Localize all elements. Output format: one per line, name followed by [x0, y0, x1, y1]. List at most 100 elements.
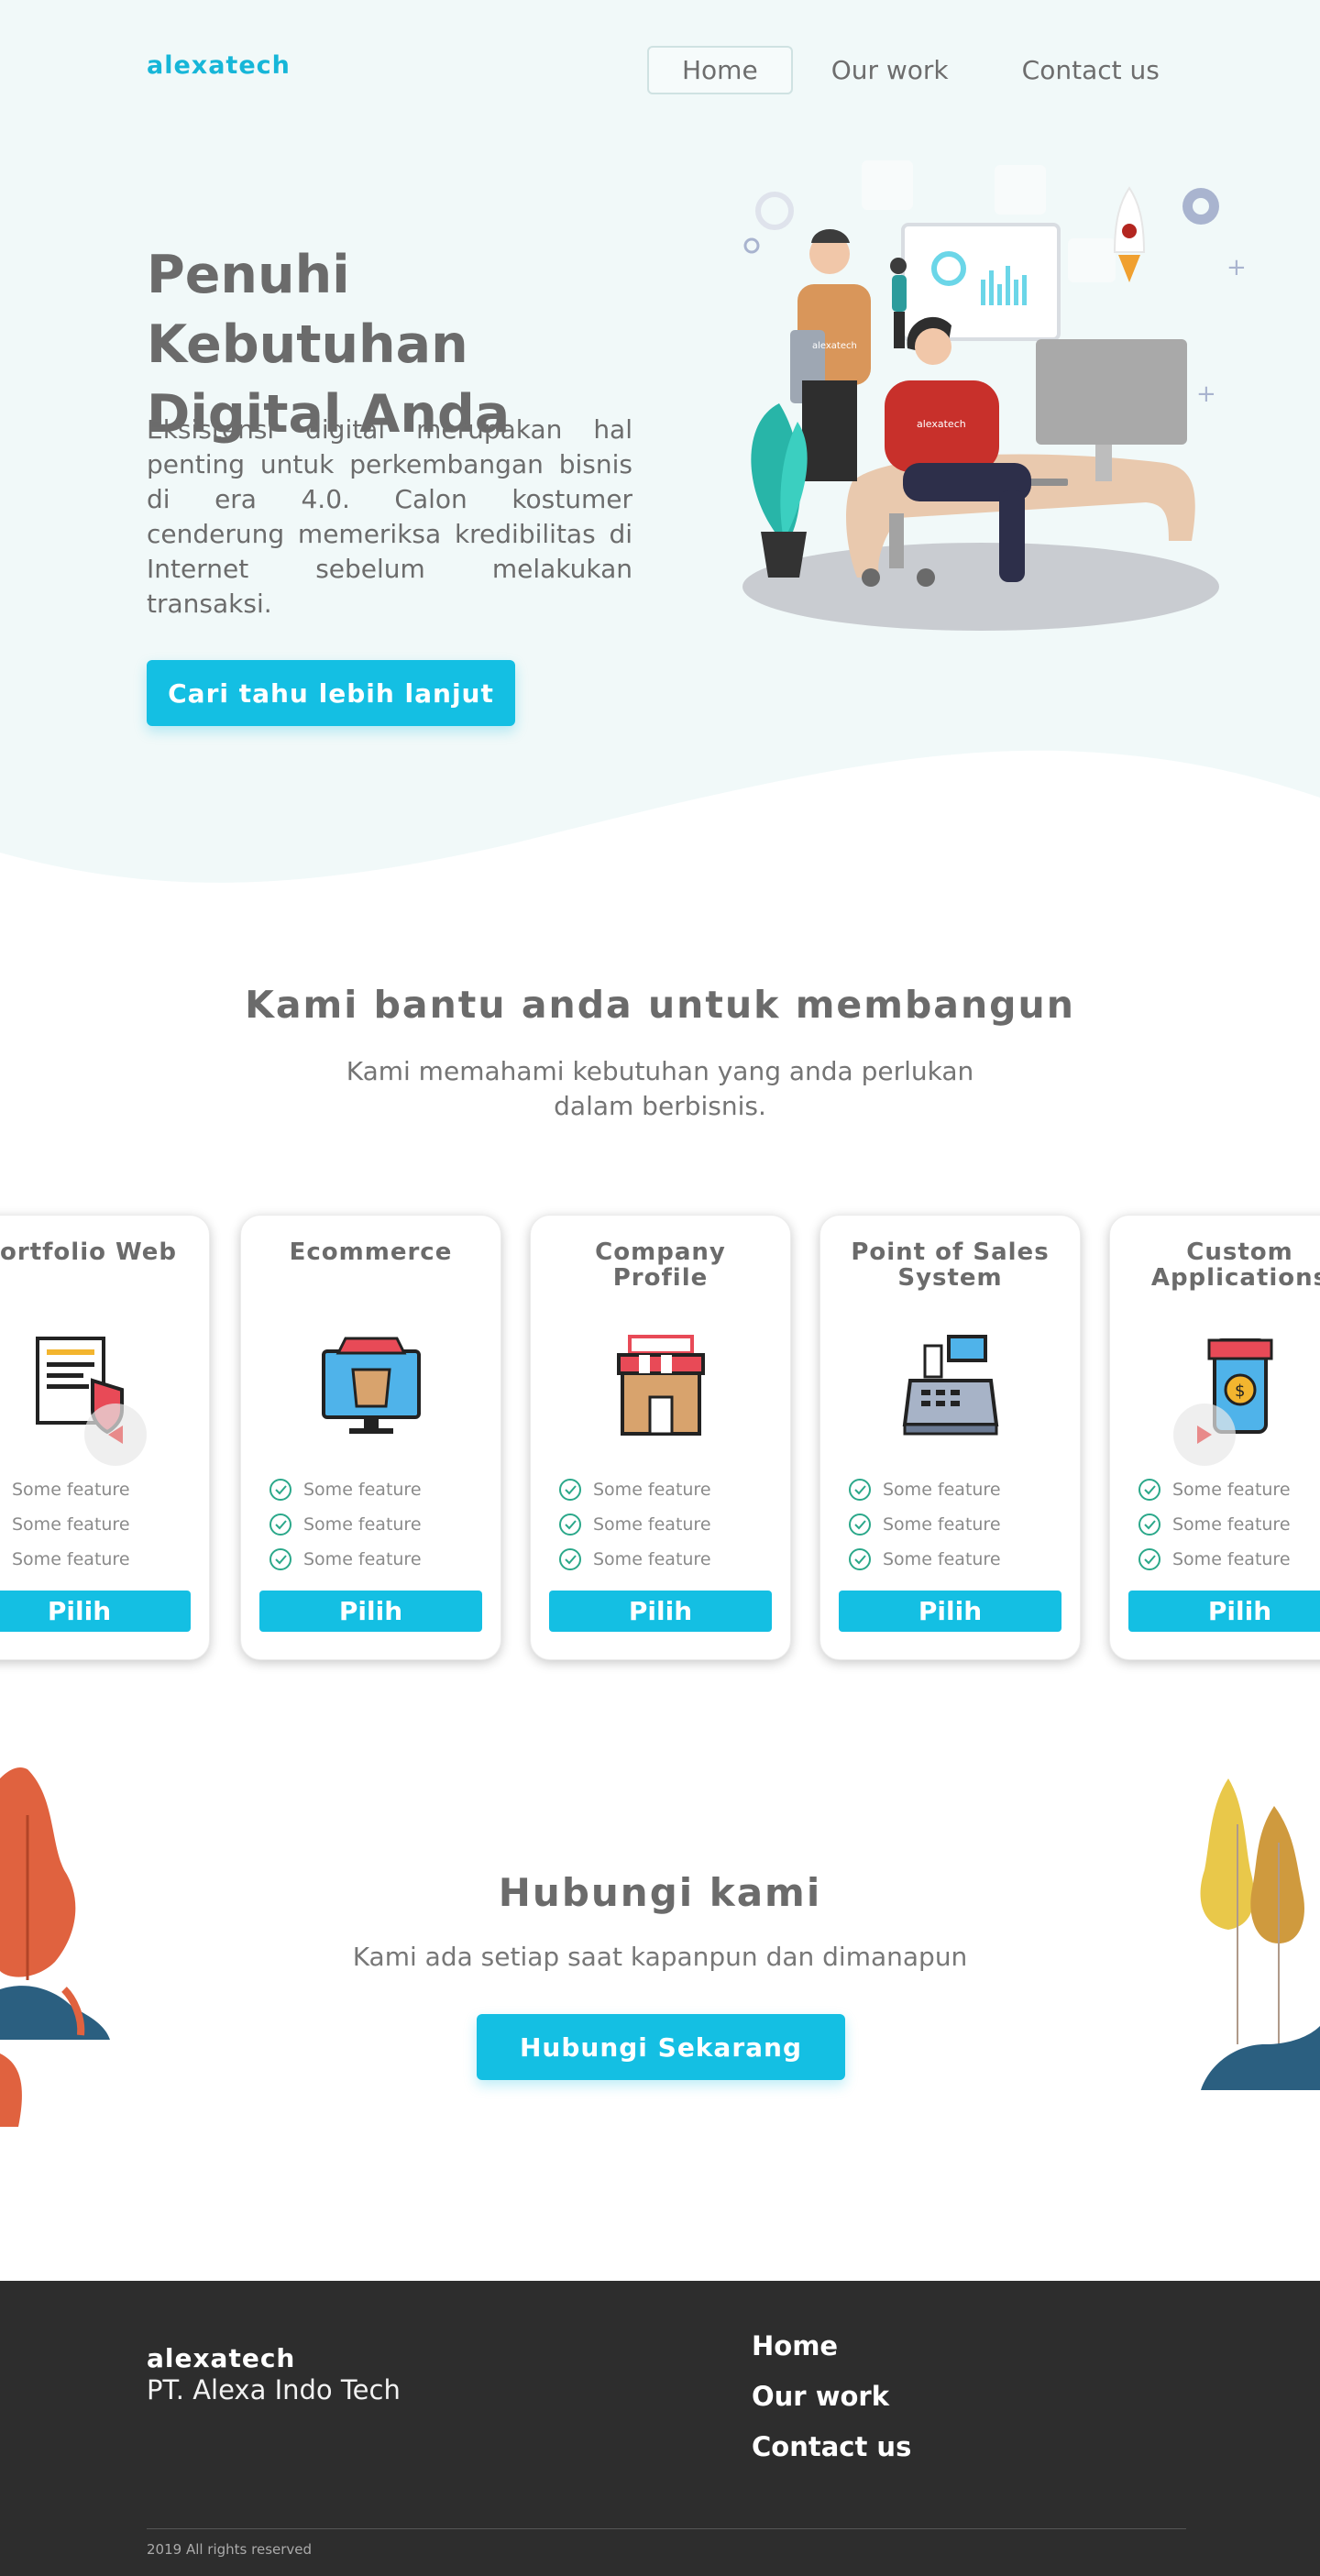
- feature-label: Some feature: [1172, 1480, 1291, 1500]
- footer-link-home[interactable]: Home: [752, 2330, 911, 2381]
- svg-text:$: $: [1235, 1382, 1245, 1401]
- check-circle-icon: [559, 1514, 581, 1536]
- footer-brand: alexatech: [147, 2343, 296, 2373]
- feature-label: Some feature: [12, 1549, 130, 1569]
- feature-list: Some feature Some feature Some feature: [269, 1472, 422, 1577]
- svg-text:+: +: [1226, 254, 1247, 281]
- feature-item: Some feature: [1138, 1507, 1291, 1542]
- feature-list: Some feature Some feature Some feature: [848, 1472, 1001, 1577]
- shirt-badge-right: alexatech: [917, 418, 966, 430]
- carousel-prev-button[interactable]: [84, 1404, 147, 1466]
- footer-link-contact-us[interactable]: Contact us: [752, 2431, 911, 2482]
- footer-divider: [147, 2528, 1186, 2529]
- contact-subtitle: Kami ada setiap saat kapanpun dan dimana…: [352, 1942, 968, 1972]
- shirt-badge-left: alexatech: [812, 341, 857, 351]
- carousel-next-icon: [1197, 1426, 1212, 1444]
- service-card-point-of-sales: Point of Sales System Some feature Some …: [820, 1215, 1081, 1660]
- footer-company-name: PT. Alexa Indo Tech: [147, 2374, 401, 2405]
- check-circle-icon: [270, 1479, 292, 1501]
- feature-label: Some feature: [303, 1480, 422, 1500]
- svg-text:+: +: [1196, 380, 1216, 408]
- choose-button[interactable]: Pilih: [1128, 1591, 1320, 1632]
- feature-item: Some feature: [558, 1507, 711, 1542]
- feature-label: Some feature: [593, 1480, 711, 1500]
- learn-more-button[interactable]: Cari tahu lebih lanjut: [147, 660, 515, 726]
- choose-button[interactable]: Pilih: [259, 1591, 482, 1632]
- choose-button[interactable]: Pilih: [0, 1591, 191, 1632]
- carousel-prev-icon: [108, 1426, 123, 1444]
- feature-label: Some feature: [883, 1514, 1001, 1535]
- feature-label: Some feature: [593, 1514, 711, 1535]
- feature-label: Some feature: [883, 1480, 1001, 1500]
- check-circle-icon: [1138, 1548, 1160, 1570]
- feature-item: Some feature: [269, 1472, 422, 1507]
- check-circle-icon: [270, 1548, 292, 1570]
- check-circle-icon: [1138, 1514, 1160, 1536]
- feature-label: Some feature: [1172, 1514, 1291, 1535]
- card-title: Ecommerce: [289, 1238, 453, 1266]
- feature-item: Some feature: [0, 1507, 130, 1542]
- card-title: Portfolio Web: [0, 1238, 178, 1266]
- feature-list: Some feature Some feature Some feature: [0, 1472, 130, 1577]
- footer-nav: Home Our work Contact us: [752, 2330, 911, 2482]
- nav-home[interactable]: Home: [647, 46, 793, 94]
- brand-logo[interactable]: alexatech: [147, 51, 291, 80]
- cash-register-icon: [902, 1335, 999, 1436]
- nav-contact-us[interactable]: Contact us: [987, 46, 1194, 94]
- services-subtitle: Kami memahami kebutuhan yang anda perluk…: [346, 1056, 974, 1121]
- feature-label: Some feature: [593, 1549, 711, 1569]
- feature-list: Some feature Some feature Some feature: [558, 1472, 711, 1577]
- copyright-text: 2019 All rights reserved: [147, 2541, 313, 2558]
- autumn-tree-right-decoration: [1200, 1778, 1320, 2090]
- contact-title: Hubungi kami: [498, 1870, 822, 1915]
- check-circle-icon: [1138, 1479, 1160, 1501]
- service-card-company-profile: Company Profile Some feature Some featur…: [530, 1215, 791, 1660]
- feature-item: Some feature: [1138, 1472, 1291, 1507]
- feature-item: Some feature: [269, 1507, 422, 1542]
- choose-button[interactable]: Pilih: [549, 1591, 772, 1632]
- feature-item: Some feature: [848, 1472, 1001, 1507]
- feature-item: Some feature: [558, 1542, 711, 1577]
- footer-link-our-work[interactable]: Our work: [752, 2381, 911, 2431]
- card-title: Point of Sales System: [851, 1238, 1050, 1292]
- card-title: Custom Applications: [1150, 1238, 1320, 1292]
- nav-our-work[interactable]: Our work: [797, 46, 984, 94]
- check-circle-icon: [0, 1547, 1, 1571]
- feature-label: Some feature: [12, 1514, 130, 1535]
- check-circle-icon: [0, 1513, 1, 1536]
- main-nav: Home Our work Contact us: [647, 46, 1198, 94]
- check-circle-icon: [849, 1479, 871, 1501]
- services-title: Kami bantu anda untuk membangun: [245, 983, 1075, 1027]
- feature-item: Some feature: [269, 1542, 422, 1577]
- service-card-ecommerce: Ecommerce Some feature Some feature Some…: [240, 1215, 501, 1660]
- feature-label: Some feature: [12, 1480, 130, 1500]
- carousel-next-button[interactable]: [1173, 1404, 1236, 1466]
- hero-wave-divider: [0, 750, 1320, 898]
- feature-item: Some feature: [558, 1472, 711, 1507]
- hero-section: alexatech Home Our work Contact us Penuh…: [0, 0, 1320, 898]
- feature-item: Some feature: [848, 1542, 1001, 1577]
- ecommerce-monitor-icon: [322, 1337, 421, 1434]
- feature-item: Some feature: [0, 1472, 130, 1507]
- check-circle-icon: [849, 1514, 871, 1536]
- storefront-icon: [617, 1335, 705, 1436]
- feature-item: Some feature: [1138, 1542, 1291, 1577]
- footer: alexatech PT. Alexa Indo Tech Home Our w…: [0, 2281, 1320, 2576]
- card-title: Company Profile: [595, 1238, 726, 1292]
- feature-item: Some feature: [848, 1507, 1001, 1542]
- check-circle-icon: [849, 1548, 871, 1570]
- check-circle-icon: [0, 1478, 1, 1502]
- feature-label: Some feature: [883, 1549, 1001, 1569]
- feature-label: Some feature: [303, 1514, 422, 1535]
- office-team-illustration: + + alexatech alexatech: [742, 160, 1247, 631]
- feature-label: Some feature: [1172, 1549, 1291, 1569]
- check-circle-icon: [270, 1514, 292, 1536]
- feature-item: Some feature: [0, 1542, 130, 1577]
- check-circle-icon: [559, 1548, 581, 1570]
- hero-description: Eksistensi digital merupakan hal penting…: [147, 414, 632, 619]
- feature-label: Some feature: [303, 1549, 422, 1569]
- check-circle-icon: [559, 1479, 581, 1501]
- choose-button[interactable]: Pilih: [839, 1591, 1062, 1632]
- feature-list: Some feature Some feature Some feature: [1138, 1472, 1291, 1577]
- contact-now-button[interactable]: Hubungi Sekarang: [477, 2014, 845, 2080]
